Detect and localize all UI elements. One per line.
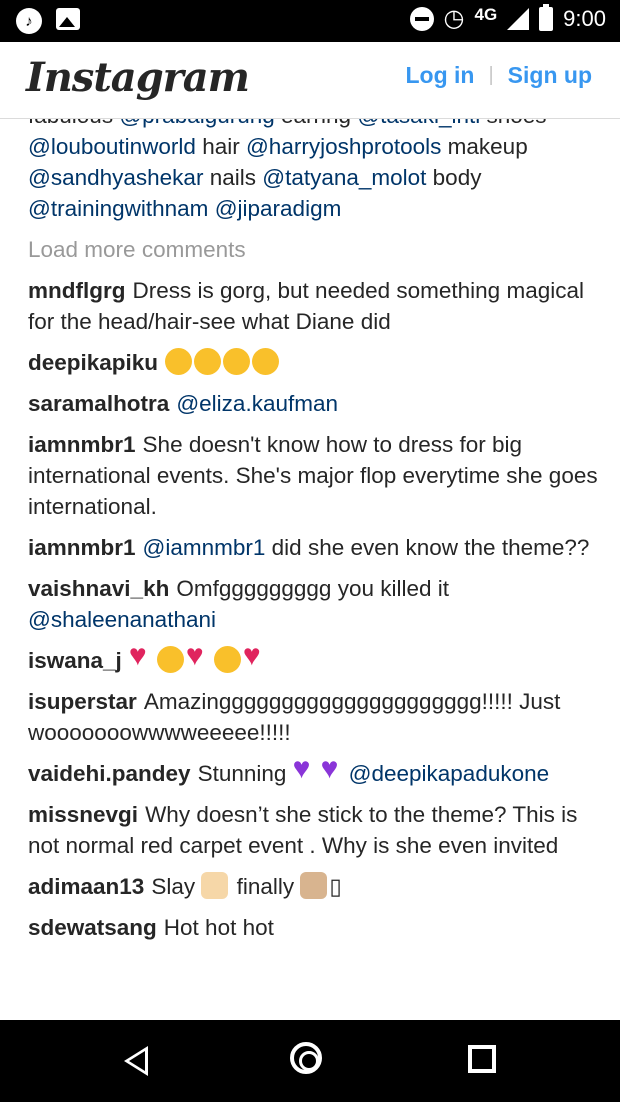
mention-link[interactable]: @louboutinworld [28,134,196,159]
comment-username[interactable]: deepikapiku [28,350,158,375]
mention-link[interactable]: @shaleenanathani [28,607,216,632]
heart-emoji-icon [129,640,155,673]
comment-item: mndflgrg Dress is gorg, but needed someth… [28,275,598,337]
comment-item: iamnmbr1 She doesn't know how to dress fo… [28,429,598,522]
heart-eyes-emoji-icon [156,646,184,673]
heart-emoji-icon [243,640,269,673]
instagram-logo[interactable]: Instagram [26,54,250,101]
heart-emoji-icon [186,640,212,673]
mention-link[interactable]: @tatyana_molot [262,165,426,190]
comment-text: Stunning [197,761,293,786]
comment-item: saramalhotra @eliza.kaufman [28,388,598,419]
comment-item: isuperstar Amazinggggggggggggggggggggg!!!… [28,686,598,748]
kissing-heart-emoji-icon [252,348,280,375]
kissing-heart-emoji-icon [223,348,251,375]
heart-eyes-emoji-icon [194,348,222,375]
music-app-icon: ♪ [16,8,42,34]
comment-item: iswana_j [28,640,598,676]
comment-item: adimaan13 Slay finally ▯ [28,871,598,902]
comment-item: iamnmbr1 @iamnmbr1 did she even know the … [28,532,598,563]
comment-username[interactable]: vaidehi.pandey [28,761,191,786]
comment-text: did she even know the theme?? [265,535,590,560]
alarm-icon: ◷ [443,5,465,32]
instagram-header: Instagram Log in | Sign up [0,42,620,119]
signup-link[interactable]: Sign up [508,62,592,89]
auth-separator: | [488,64,494,86]
missing-glyph: ▯ [329,874,342,899]
caption-text: hair [195,134,246,159]
comment-text: Omfggggggggg you killed it [176,576,449,601]
login-link[interactable]: Log in [405,62,474,89]
caption-text: body [426,165,482,190]
comment-username[interactable]: sdewatsang [28,915,157,940]
network-type: 4G [474,5,498,24]
auth-links: Log in | Sign up [405,62,592,89]
mention-link[interactable]: @eliza.kaufman [176,391,338,416]
comment-text: Hot hot hot [163,915,274,940]
comment-list: fabulous @prabalgurung earring @tasaki_i… [28,100,598,953]
caption-line: @trainingwithnam @jiparadigm [28,193,598,224]
mention-link[interactable]: @deepikapadukone [349,761,550,786]
caption-text: nails [203,165,263,190]
caption-line: @louboutinworld hair @harryjoshprotools … [28,131,598,162]
heart-eyes-emoji-icon [165,348,193,375]
back-icon[interactable] [124,1046,148,1076]
purple-heart-emoji-icon [293,753,319,786]
mention-link[interactable]: @harryjoshprotools [246,134,441,159]
status-bar: ♪ ◷ 4G 9:00 [0,0,620,42]
recent-apps-icon[interactable] [468,1045,496,1073]
purple-heart-emoji-icon [321,753,347,786]
comment-username[interactable]: saramalhotra [28,391,169,416]
comment-item: missnevgi Why doesn’t she stick to the th… [28,799,598,861]
battery-icon [539,4,554,31]
comment-text: Slay [151,874,202,899]
home-icon[interactable] [290,1042,322,1074]
mention-link[interactable]: @jiparadigm [215,196,342,221]
caption-line: @sandhyashekar nails @tatyana_molot body [28,162,598,193]
do-not-disturb-icon [409,7,434,31]
gallery-icon [56,8,80,30]
comment-username[interactable]: mndflgrg [28,278,125,303]
thumbs-up-emoji-icon [300,872,328,899]
raised-hands-emoji-icon [201,872,229,899]
heart-eyes-emoji-icon [213,646,241,673]
clock: 9:00 [563,6,606,31]
caption-text: makeup [441,134,528,159]
comment-username[interactable]: missnevgi [28,802,138,827]
comment-username[interactable]: adimaan13 [28,874,144,899]
comment-username[interactable]: iamnmbr1 [28,432,136,457]
signal-icon [507,8,530,30]
mention-link[interactable]: @iamnmbr1 [143,535,266,560]
comment-item: sdewatsang Hot hot hot [28,912,598,943]
android-nav-bar [0,1020,620,1102]
comment-item: deepikapiku [28,347,598,378]
comment-item: vaidehi.pandeyStunning @deepikapadukone [28,753,598,789]
comments-scroll-area[interactable]: fabulous @prabalgurung earring @tasaki_i… [0,100,620,1020]
mention-link[interactable]: @sandhyashekar [28,165,203,190]
comment-username[interactable]: vaishnavi_kh [28,576,169,601]
mention-link[interactable]: @trainingwithnam [28,196,208,221]
comment-text: finally [230,874,301,899]
comment-item: vaishnavi_kh Omfggggggggg you killed it @s… [28,573,598,635]
comment-username[interactable]: iamnmbr1 [28,535,136,560]
comment-username[interactable]: isuperstar [28,689,137,714]
comment-username[interactable]: iswana_j [28,648,122,673]
load-more-comments-link[interactable]: Load more comments [28,234,598,265]
